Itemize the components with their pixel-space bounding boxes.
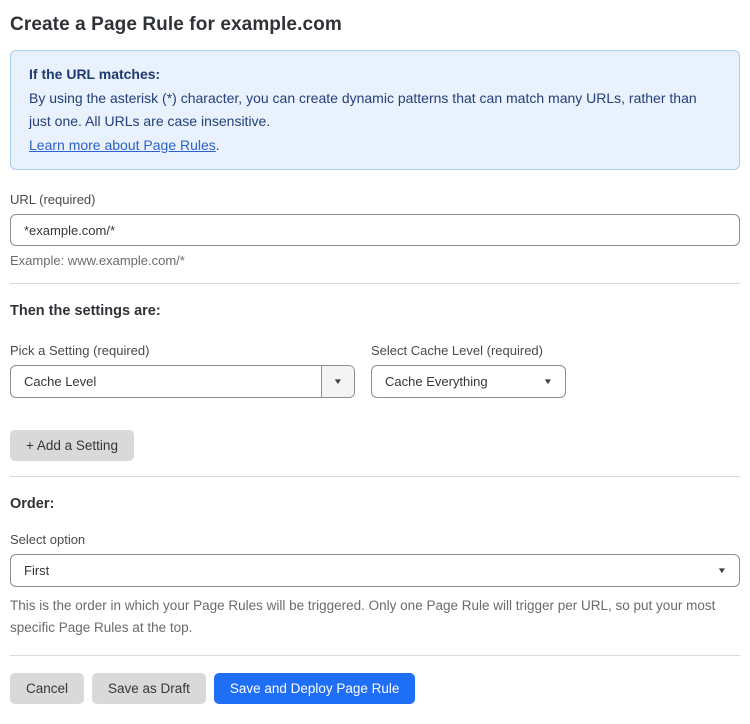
page-rule-form: Create a Page Rule for example.com If th… bbox=[0, 0, 750, 724]
cancel-button[interactable]: Cancel bbox=[10, 672, 85, 704]
url-input[interactable] bbox=[10, 214, 740, 247]
order-select-value: First bbox=[24, 563, 50, 579]
order-dropdown[interactable]: First ▼ bbox=[10, 554, 740, 588]
url-match-info-box: If the URL matches: By using the asteris… bbox=[10, 50, 740, 171]
setting-select-arrow-segment[interactable]: ▼ bbox=[321, 366, 354, 398]
order-select-label: Select option bbox=[10, 532, 86, 548]
order-arrow-wrap: ▼ bbox=[716, 565, 739, 575]
cache-level-column: Select Cache Level (required) Cache Ever… bbox=[371, 343, 566, 399]
cache-level-dropdown[interactable]: Cache Everything ▼ bbox=[371, 365, 566, 399]
info-box-heading: If the URL matches: bbox=[29, 66, 161, 82]
settings-section-heading: Then the settings are: bbox=[10, 303, 161, 320]
info-box-body: By using the asterisk (*) character, you… bbox=[29, 89, 697, 130]
cache-level-value: Cache Everything bbox=[385, 374, 488, 390]
cache-level-select-label: Select Cache Level (required) bbox=[371, 343, 543, 359]
url-field-label: URL (required) bbox=[10, 192, 96, 208]
setting-select-column: Pick a Setting (required) Cache Level ▼ bbox=[10, 343, 355, 399]
learn-more-link[interactable]: Learn more about Page Rules bbox=[29, 137, 216, 153]
link-suffix: . bbox=[215, 136, 220, 153]
divider bbox=[10, 476, 740, 478]
order-section-heading: Order: bbox=[10, 496, 55, 513]
footer-actions: Cancel Save as Draft Save and Deploy Pag… bbox=[10, 672, 740, 704]
save-draft-button[interactable]: Save as Draft bbox=[92, 672, 206, 704]
info-box-link-line: Learn more about Page Rules. bbox=[29, 134, 721, 158]
setting-select-value: Cache Level bbox=[24, 374, 97, 390]
divider bbox=[10, 283, 740, 285]
chevron-down-icon: ▼ bbox=[542, 376, 554, 386]
order-helper-text: This is the order in which your Page Rul… bbox=[10, 598, 716, 636]
divider bbox=[10, 654, 740, 656]
setting-select-dropdown[interactable]: Cache Level ▼ bbox=[10, 365, 355, 399]
url-field-helper: Example: www.example.com/* bbox=[10, 253, 185, 269]
chevron-down-icon: ▼ bbox=[332, 376, 344, 386]
chevron-down-icon: ▼ bbox=[716, 565, 728, 575]
page-title: Create a Page Rule for example.com bbox=[10, 14, 342, 35]
add-setting-button[interactable]: + Add a Setting bbox=[10, 430, 134, 462]
cache-level-arrow-wrap: ▼ bbox=[542, 376, 565, 386]
settings-row: Pick a Setting (required) Cache Level ▼ … bbox=[10, 343, 740, 399]
save-deploy-button[interactable]: Save and Deploy Page Rule bbox=[213, 672, 416, 704]
setting-select-label: Pick a Setting (required) bbox=[10, 343, 150, 359]
